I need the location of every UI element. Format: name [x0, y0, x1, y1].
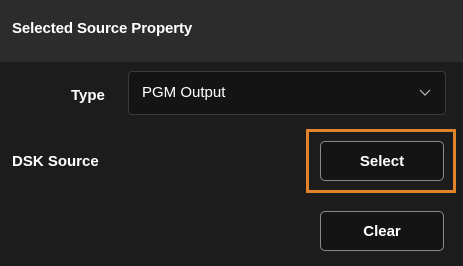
- select-button[interactable]: Select: [320, 141, 444, 181]
- chevron-down-icon: [419, 89, 431, 96]
- clear-button[interactable]: Clear: [320, 211, 444, 251]
- type-label: Type: [71, 87, 105, 104]
- source-property-panel: Selected Source Property Type PGM Output…: [0, 0, 463, 266]
- type-dropdown[interactable]: PGM Output: [128, 71, 446, 115]
- panel-header: Selected Source Property: [0, 0, 463, 62]
- panel-title: Selected Source Property: [12, 20, 193, 37]
- dsk-source-label: DSK Source: [12, 153, 99, 170]
- type-dropdown-value: PGM Output: [142, 84, 226, 101]
